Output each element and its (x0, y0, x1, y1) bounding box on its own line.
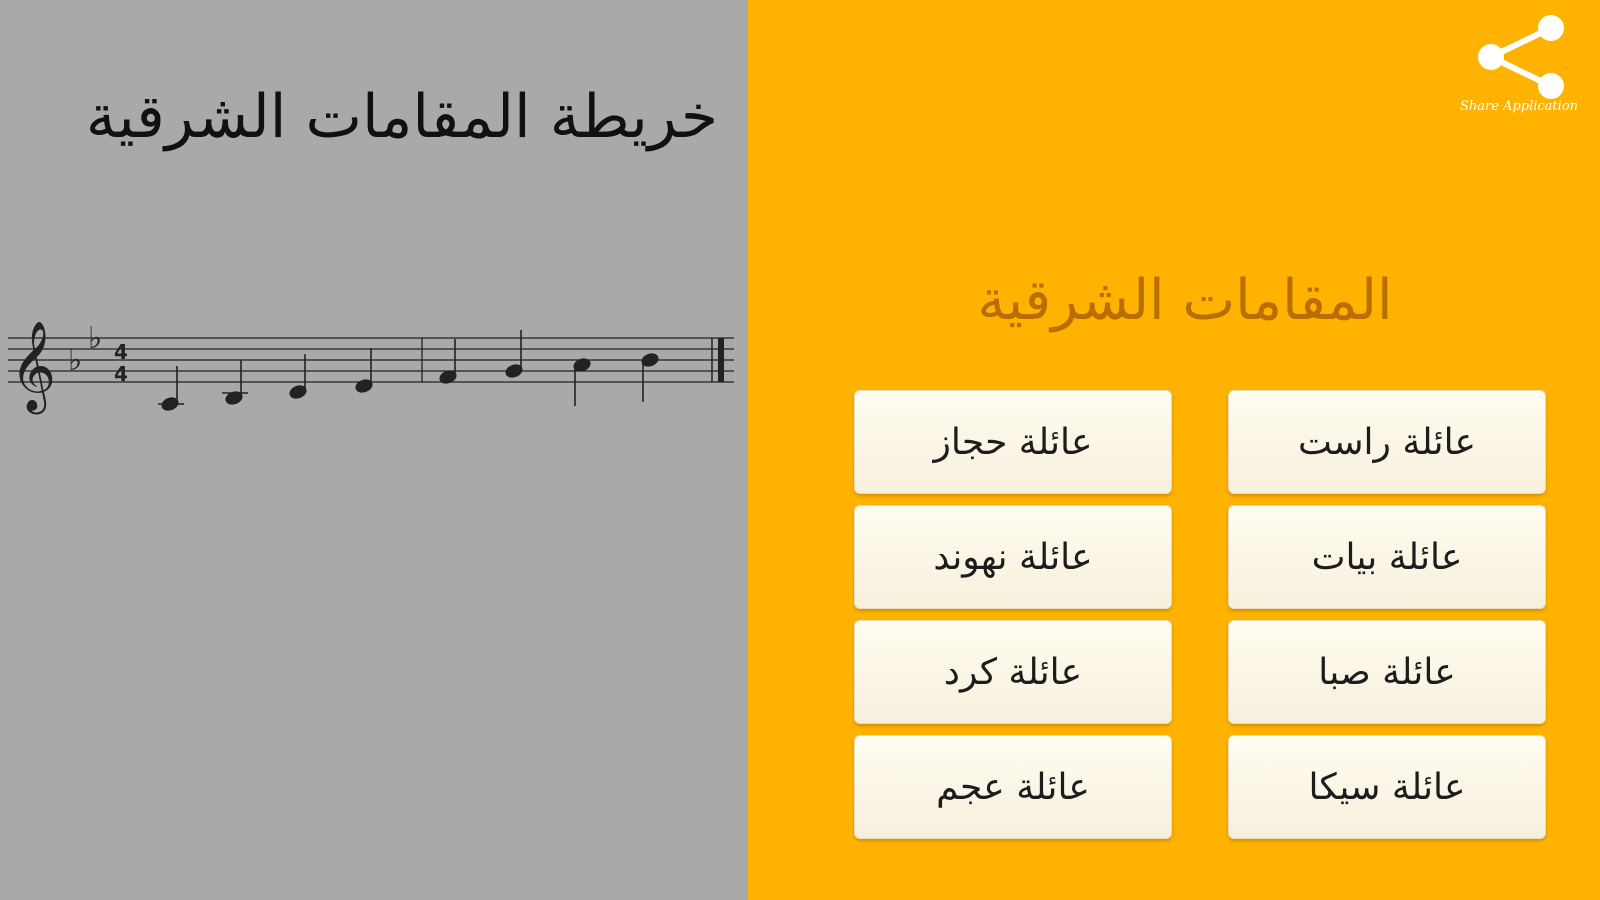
share-caption: Share Application (1459, 99, 1579, 114)
family-button-grid: عائلة راست عائلة حجاز عائلة بيات عائلة ن… (854, 390, 1546, 839)
app-title: خريطة المقامات الشرقية (85, 82, 718, 152)
final-barline-thick (718, 338, 724, 382)
share-icon (1478, 15, 1564, 99)
time-signature-top: 4 (114, 340, 128, 364)
music-map-panel: خريطة المقامات الشرقية 𝄞 ♭ ♭ 4 4 (0, 0, 748, 900)
family-button-kurd[interactable]: عائلة كرد (854, 620, 1172, 724)
time-signature-bottom: 4 (114, 362, 128, 386)
family-button-nahawand[interactable]: عائلة نهوند (854, 505, 1172, 609)
family-button-rast[interactable]: عائلة راست (1228, 390, 1546, 494)
family-button-saba[interactable]: عائلة صبا (1228, 620, 1546, 724)
flat-icon: ♭ (88, 321, 102, 356)
family-button-bayat[interactable]: عائلة بيات (1228, 505, 1546, 609)
section-title: المقامات الشرقية (977, 268, 1393, 333)
maqam-families-panel: Share Application المقامات الشرقية عائلة… (748, 0, 1600, 900)
staff-notation-graphic: 𝄞 ♭ ♭ 4 4 (8, 321, 734, 415)
app-window: خريطة المقامات الشرقية 𝄞 ♭ ♭ 4 4 Share A… (0, 0, 1600, 900)
flat-icon: ♭ (68, 343, 82, 378)
treble-clef-icon: 𝄞 (10, 321, 56, 415)
music-staff: 𝄞 ♭ ♭ 4 4 (8, 310, 748, 430)
family-button-hijaz[interactable]: عائلة حجاز (854, 390, 1172, 494)
family-button-ajam[interactable]: عائلة عجم (854, 735, 1172, 839)
share-app-button[interactable]: Share Application (1454, 12, 1584, 116)
family-button-sikah[interactable]: عائلة سيكا (1228, 735, 1546, 839)
